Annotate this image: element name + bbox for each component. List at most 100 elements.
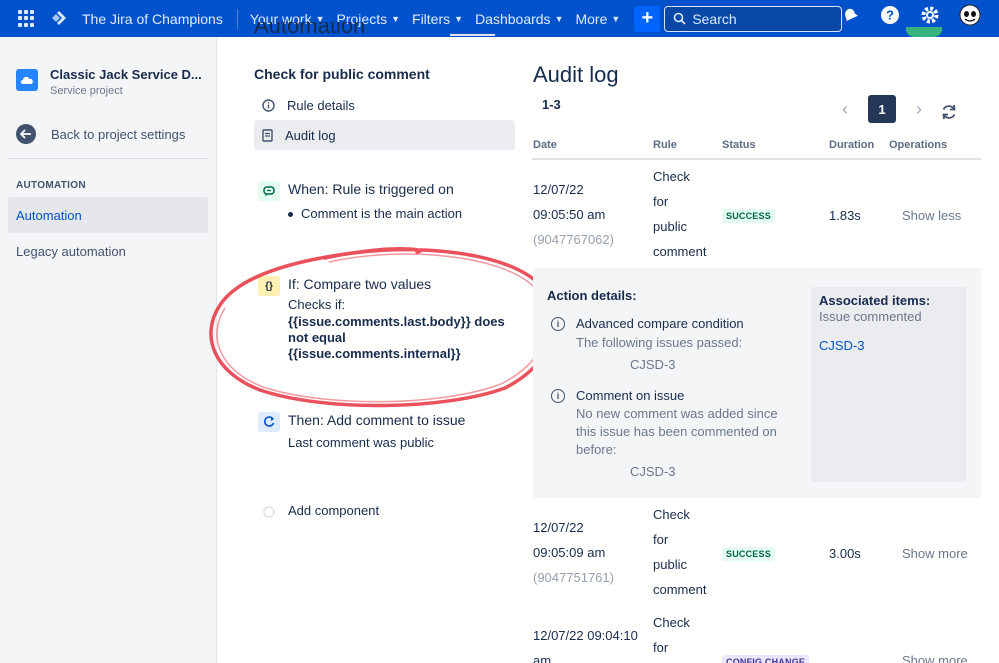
- rule-enabled-toggle[interactable]: [906, 27, 942, 37]
- action-detail: Last comment was public: [288, 435, 434, 450]
- show-less-link[interactable]: Show less: [902, 208, 961, 223]
- chevron-down-icon: ▼: [554, 13, 564, 24]
- tab-audit-log[interactable]: Audit log: [254, 120, 515, 150]
- column-header-operations: Operations: [889, 139, 948, 151]
- project-name: Classic Jack Service D...: [50, 67, 202, 82]
- associated-items-heading: Associated items:: [819, 293, 931, 308]
- sidebar-item-label: Legacy automation: [16, 243, 126, 259]
- circle-outline-icon: [263, 506, 275, 518]
- global-actions: ?: [839, 4, 981, 26]
- result-range: 1-3: [542, 97, 561, 112]
- condition-expression: {{issue.comments.last.body}} does not eq…: [288, 314, 505, 361]
- app-switcher-icon[interactable]: [18, 9, 36, 28]
- search-input[interactable]: Search: [664, 5, 843, 32]
- nav-filters-label: Filters: [412, 10, 451, 27]
- action-title: Comment on issue: [576, 388, 685, 403]
- comment-icon: [258, 181, 280, 201]
- info-icon: i: [551, 389, 565, 403]
- tab-rule-details[interactable]: Rule details: [254, 90, 515, 120]
- row-duration: 1.83s: [829, 208, 861, 223]
- associated-items-subtitle: Issue commented: [819, 309, 922, 324]
- sidebar: Classic Jack Service D... Service projec…: [0, 37, 217, 663]
- chevron-right-icon[interactable]: ›: [910, 95, 928, 123]
- row-date: 12/07/22 09:05:50 am (9047767062): [533, 182, 614, 247]
- active-tab-indicator: [338, 34, 390, 37]
- action-title: Advanced compare condition: [576, 316, 744, 331]
- sidebar-item-automation[interactable]: Automation: [8, 197, 208, 233]
- action-details-panel: Action details: i Advanced compare condi…: [533, 268, 981, 498]
- project-type: Service project: [50, 85, 123, 97]
- status-badge: CONFIG CHANGE: [722, 655, 810, 663]
- column-header-duration: Duration: [829, 139, 875, 151]
- comment-add-icon: [258, 412, 280, 432]
- trigger-title: When: Rule is triggered on: [288, 181, 454, 197]
- refresh-icon[interactable]: [938, 101, 960, 123]
- jira-logo-icon[interactable]: [50, 10, 68, 28]
- column-header-rule: Rule: [653, 139, 677, 151]
- tab-indicator: [450, 34, 495, 36]
- issue-key: CJSD-3: [630, 357, 676, 372]
- curly-braces-icon: {}: [258, 276, 280, 296]
- top-navigation: The Jira of Champions Your work ▼ Project…: [0, 0, 999, 37]
- back-to-project-settings-link[interactable]: Back to project settings: [16, 124, 185, 144]
- back-label: Back to project settings: [51, 126, 186, 142]
- search-placeholder: Search: [692, 10, 737, 27]
- associated-issue-link[interactable]: CJSD-3: [819, 338, 958, 353]
- row-date: 12/07/22 09:04:10 am: [533, 628, 638, 663]
- show-more-link[interactable]: Show more: [902, 546, 968, 561]
- status-badge: SUCCESS: [722, 209, 775, 223]
- audit-log-title: Audit log: [533, 62, 619, 87]
- chevron-down-icon: ▼: [611, 13, 621, 24]
- create-button[interactable]: +: [634, 5, 661, 32]
- action-details-heading: Action details:: [547, 288, 637, 303]
- help-icon[interactable]: ?: [879, 4, 901, 26]
- action-text: The following issues passed:: [576, 335, 743, 350]
- row-rule-name[interactable]: Check for public comment: [653, 164, 723, 264]
- project-cloud-icon: [16, 69, 38, 91]
- condition-title: If: Compare two values: [288, 276, 432, 292]
- chevron-down-icon: ▼: [454, 13, 464, 24]
- row-rule-name[interactable]: Check for public comment: [653, 502, 723, 602]
- action-title: Then: Add comment to issue: [288, 412, 466, 428]
- rule-title: Check for public comment: [254, 66, 430, 82]
- nav-more[interactable]: More ▼: [575, 11, 620, 27]
- table-header-divider: [532, 158, 981, 160]
- associated-items-panel: Associated items: Issue commented CJSD-3: [811, 287, 966, 482]
- issue-key: CJSD-3: [630, 464, 676, 479]
- nav-dashboards[interactable]: Dashboards ▼: [475, 11, 563, 27]
- arrow-left-icon: [16, 124, 36, 144]
- page-button-current[interactable]: 1: [868, 95, 896, 123]
- chevron-down-icon: ▼: [391, 13, 401, 24]
- chevron-left-icon[interactable]: ‹: [836, 95, 854, 123]
- column-header-date: Date: [533, 139, 557, 151]
- project-header[interactable]: Classic Jack Service D... Service projec…: [16, 67, 202, 97]
- sidebar-item-legacy-automation[interactable]: Legacy automation: [8, 233, 208, 269]
- svg-text:?: ?: [886, 8, 894, 23]
- add-component-label: Add component: [288, 503, 380, 518]
- info-icon: [262, 98, 275, 112]
- condition-subtitle: Checks if:: [288, 297, 346, 312]
- sidebar-section-heading: AUTOMATION: [16, 180, 86, 191]
- show-more-link[interactable]: Show more: [902, 653, 968, 663]
- nav-divider: [236, 8, 238, 29]
- nav-filters[interactable]: Filters ▼: [412, 11, 463, 27]
- pagination: ‹ 1 ›: [836, 95, 928, 123]
- notifications-icon[interactable]: [839, 4, 861, 26]
- row-date: 12/07/22 09:05:09 am (9047751761): [533, 520, 614, 585]
- sidebar-item-label: Automation: [16, 207, 82, 223]
- divider: [8, 158, 208, 159]
- search-icon: [674, 12, 686, 25]
- info-icon: i: [551, 317, 565, 331]
- document-icon: [262, 128, 273, 142]
- avatar[interactable]: [959, 4, 981, 26]
- site-name[interactable]: The Jira of Champions: [82, 11, 223, 27]
- row-duration: 3.00s: [829, 546, 861, 561]
- status-badge: SUCCESS: [722, 547, 775, 561]
- tab-audit-log-label: Audit log: [285, 127, 336, 143]
- row-rule-name[interactable]: Check for: [653, 610, 723, 660]
- tab-rule-details-label: Rule details: [287, 97, 355, 113]
- action-text: No new comment was added since this issu…: [576, 406, 778, 457]
- column-header-status: Status: [722, 139, 756, 151]
- nav-more-label: More: [575, 10, 608, 27]
- settings-gear-icon[interactable]: [919, 4, 941, 26]
